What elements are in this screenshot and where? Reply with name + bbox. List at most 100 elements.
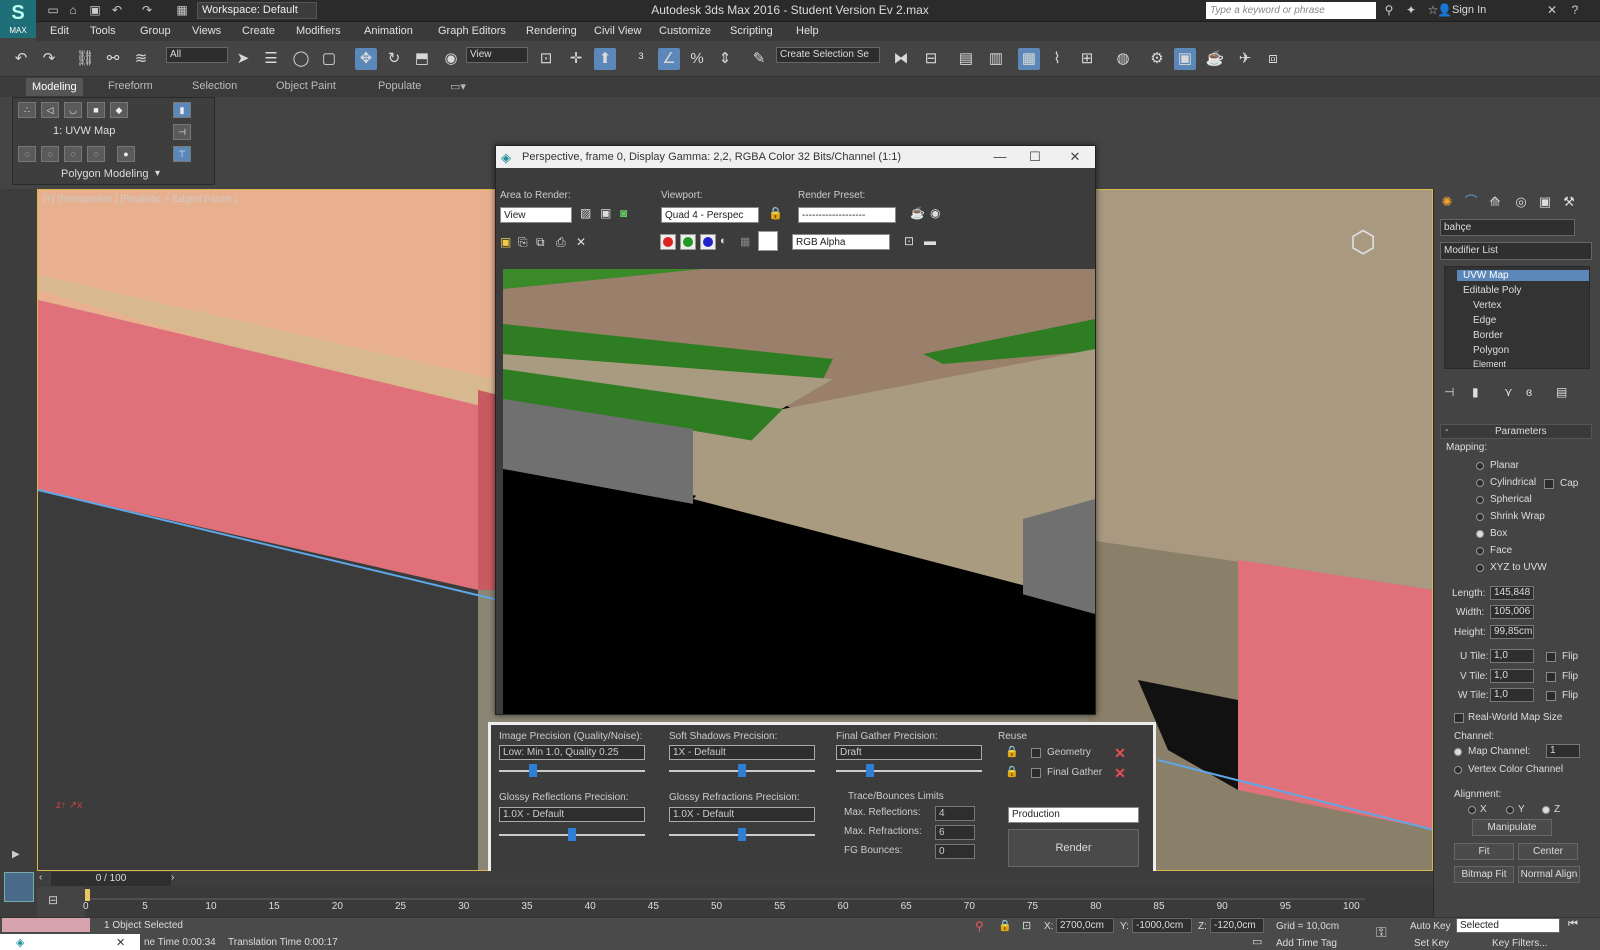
green-channel-toggle[interactable]: [680, 234, 696, 250]
time-marker[interactable]: [85, 889, 90, 901]
manipulate-button[interactable]: Manipulate: [1472, 819, 1552, 836]
face-radio[interactable]: [1476, 547, 1484, 555]
u-flip-checkbox[interactable]: [1546, 652, 1556, 662]
x-coordinate-field[interactable]: 2700,0cm: [1056, 918, 1114, 933]
final-gather-slider[interactable]: [836, 763, 982, 777]
align-y-radio[interactable]: [1506, 806, 1514, 814]
a360-icon[interactable]: ⧈: [1262, 48, 1284, 70]
vertex-color-channel-radio[interactable]: [1454, 766, 1462, 774]
prev-frame-icon[interactable]: ‹: [39, 872, 42, 883]
maximize-button[interactable]: ☐: [1020, 146, 1050, 168]
glossy-reflections-field[interactable]: 1.0X - Default: [499, 807, 645, 822]
render-setup-icon[interactable]: ⚙: [1146, 48, 1168, 70]
real-world-map-size-checkbox[interactable]: [1454, 713, 1464, 723]
clear-geometry-button[interactable]: ✕: [1113, 746, 1127, 760]
color-swatch[interactable]: [758, 231, 778, 251]
scene-explorer-icon[interactable]: ▦: [1018, 48, 1040, 70]
lock-final-gather-icon[interactable]: 🔒: [1005, 765, 1019, 778]
tool-4-icon[interactable]: ◌: [87, 146, 105, 162]
box-radio[interactable]: [1476, 530, 1484, 538]
workspace-dropdown[interactable]: Workspace: Default: [197, 2, 317, 19]
layer-explorer-icon[interactable]: ▤: [955, 48, 977, 70]
pivot-center-icon[interactable]: ⊡: [535, 48, 557, 70]
max-reflections-spinner[interactable]: 4: [935, 806, 975, 821]
keyboard-shortcut-override-icon[interactable]: ⬆: [594, 48, 616, 70]
stack-item-editable-poly[interactable]: Editable Poly: [1463, 285, 1521, 296]
spinner-snap-icon[interactable]: ⇕: [714, 48, 736, 70]
undo-icon[interactable]: ↶: [110, 3, 124, 17]
reference-coordinate-dropdown[interactable]: View: [466, 47, 528, 63]
stack-item-polygon[interactable]: Polygon: [1473, 345, 1509, 356]
key-filters-button[interactable]: Key Filters...: [1492, 938, 1548, 949]
map-channel-spinner[interactable]: 1: [1546, 744, 1580, 758]
modify-tab-icon[interactable]: ⌒: [1460, 192, 1482, 212]
spherical-radio[interactable]: [1476, 496, 1484, 504]
tool-1-icon[interactable]: ◌: [18, 146, 36, 162]
max-refractions-spinner[interactable]: 6: [935, 825, 975, 840]
isolate-icon[interactable]: ⚲: [975, 919, 984, 933]
edit-region-icon[interactable]: ▨: [580, 206, 591, 220]
center-button[interactable]: Center: [1518, 843, 1578, 860]
lock-icon[interactable]: 🔒: [768, 206, 783, 220]
binoculars-icon[interactable]: ⚲: [1382, 3, 1396, 17]
stack-item-uvw-map[interactable]: UVW Map: [1457, 270, 1589, 281]
clear-icon[interactable]: ✕: [576, 235, 586, 249]
rendered-frame-window-icon[interactable]: ▣: [1174, 48, 1196, 70]
menu-help[interactable]: Help: [796, 25, 819, 37]
glossy-refractions-slider[interactable]: [669, 827, 815, 841]
create-tab-icon[interactable]: ✺: [1436, 192, 1458, 212]
menu-views[interactable]: Views: [192, 25, 221, 37]
time-tag-icon[interactable]: ▭: [1252, 935, 1262, 948]
redo-icon[interactable]: ↷: [140, 3, 154, 17]
render-region-icon[interactable]: ◙: [620, 206, 627, 220]
app-logo-button[interactable]: S MAX: [0, 0, 36, 38]
shrink-wrap-radio[interactable]: [1476, 513, 1484, 521]
select-by-name-icon[interactable]: ☰: [260, 48, 282, 70]
select-object-icon[interactable]: ➤: [232, 48, 254, 70]
chevron-down-icon[interactable]: ▾: [155, 168, 160, 179]
expand-icon[interactable]: ▶: [12, 849, 20, 860]
stack-item-element[interactable]: Element: [1473, 359, 1506, 369]
percent-snap-icon[interactable]: %: [686, 48, 708, 70]
schematic-view-icon[interactable]: ⊞: [1076, 48, 1098, 70]
render-button[interactable]: Render: [1008, 829, 1139, 867]
remove-modifier-icon[interactable]: ɞ: [1526, 385, 1532, 399]
undo-icon[interactable]: ↶: [10, 48, 32, 70]
u-tile-spinner[interactable]: 1,0: [1490, 649, 1534, 663]
v-tile-spinner[interactable]: 1,0: [1490, 669, 1534, 683]
menu-create[interactable]: Create: [242, 25, 275, 37]
length-spinner[interactable]: 145,848: [1490, 586, 1534, 600]
width-spinner[interactable]: 105,006: [1490, 605, 1534, 619]
geometry-checkbox[interactable]: [1031, 748, 1041, 758]
tool-2-icon[interactable]: ◌: [41, 146, 59, 162]
place-icon[interactable]: ◉: [440, 48, 462, 70]
redo-icon[interactable]: ↷: [38, 48, 60, 70]
communication-icon[interactable]: ✦: [1404, 3, 1418, 17]
render-preset-dropdown[interactable]: -------------------: [798, 207, 896, 223]
soft-shadows-slider[interactable]: [669, 763, 815, 777]
w-flip-checkbox[interactable]: [1546, 691, 1556, 701]
close-icon[interactable]: ✕: [116, 936, 125, 949]
modifier-list-dropdown[interactable]: Modifier List: [1440, 242, 1592, 260]
hierarchy-tab-icon[interactable]: ⟰: [1484, 192, 1506, 212]
menu-civil-view[interactable]: Civil View: [594, 25, 641, 37]
polygon-mode-icon[interactable]: ■: [87, 102, 105, 118]
menu-tools[interactable]: Tools: [90, 25, 116, 37]
motion-tab-icon[interactable]: ◎: [1510, 192, 1532, 212]
maxscript-listener[interactable]: [2, 918, 90, 932]
tab-populate[interactable]: Populate: [378, 80, 421, 92]
monochrome-icon[interactable]: ▦: [740, 235, 750, 248]
configure-sets-icon[interactable]: ▤: [1556, 385, 1567, 399]
edge-mode-icon[interactable]: ◁: [41, 102, 59, 118]
snaps-toggle-icon[interactable]: ³: [630, 48, 652, 70]
fit-button[interactable]: Fit: [1454, 843, 1514, 860]
sign-in-link[interactable]: Sign In: [1452, 4, 1486, 16]
menu-modifiers[interactable]: Modifiers: [296, 25, 341, 37]
z-coordinate-field[interactable]: -120,0cm: [1210, 918, 1264, 933]
menu-graph-editors[interactable]: Graph Editors: [438, 25, 506, 37]
vertex-mode-icon[interactable]: ∴: [18, 102, 36, 118]
mini-listener-button[interactable]: [4, 872, 34, 902]
stack-item-border[interactable]: Border: [1473, 330, 1503, 341]
map-channel-radio[interactable]: [1454, 748, 1462, 756]
tab-modeling[interactable]: Modeling: [26, 78, 83, 96]
